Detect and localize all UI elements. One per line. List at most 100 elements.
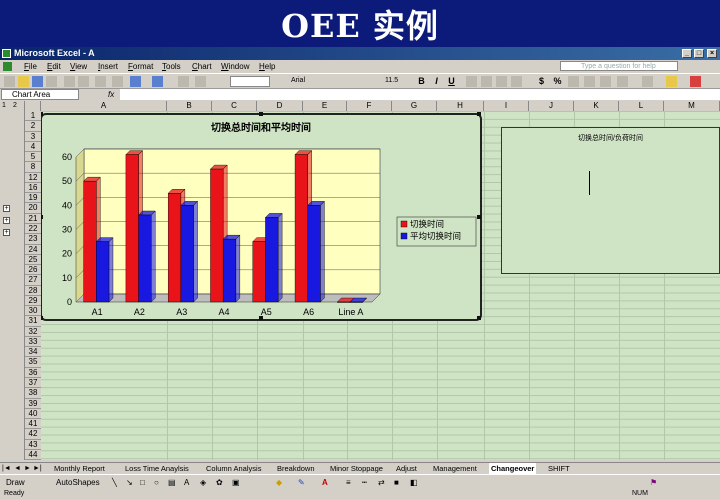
resize-handle[interactable] bbox=[477, 215, 481, 219]
percent-button[interactable]: % bbox=[552, 76, 563, 87]
column-header[interactable]: A bbox=[41, 101, 167, 111]
menu-tools[interactable]: Tools bbox=[162, 60, 181, 73]
tab-column-analysis[interactable]: Column Analysis bbox=[206, 463, 261, 474]
row-header[interactable]: 20 bbox=[25, 203, 41, 214]
new-icon[interactable] bbox=[4, 76, 15, 87]
line-color-icon[interactable]: ✎ bbox=[298, 475, 305, 490]
drawing-icon[interactable] bbox=[195, 76, 206, 87]
row-header[interactable]: 24 bbox=[25, 244, 41, 255]
row-header[interactable]: 32 bbox=[25, 326, 41, 337]
resize-handle[interactable] bbox=[477, 316, 481, 320]
wordart-icon[interactable]: A bbox=[184, 475, 189, 490]
align-left-icon[interactable] bbox=[466, 76, 477, 87]
row-header[interactable]: 29 bbox=[25, 295, 41, 307]
fx-icon[interactable]: fx bbox=[108, 89, 114, 101]
bold-button[interactable]: B bbox=[416, 76, 427, 87]
outline-expand-button[interactable]: + bbox=[3, 217, 10, 224]
column-header[interactable]: C bbox=[212, 101, 257, 111]
3d-style-icon[interactable]: ◧ bbox=[410, 475, 418, 490]
row-header[interactable]: 5 bbox=[25, 152, 41, 163]
draw-menu[interactable]: Draw bbox=[6, 475, 25, 490]
tab-breakdown[interactable]: Breakdown bbox=[277, 463, 315, 474]
menu-format[interactable]: Format bbox=[128, 60, 153, 73]
line-icon[interactable]: ╲ bbox=[112, 475, 117, 490]
tab-minor-stoppage[interactable]: Minor Stoppage bbox=[330, 463, 383, 474]
merge-center-icon[interactable] bbox=[511, 76, 522, 87]
column-header[interactable]: I bbox=[484, 101, 529, 111]
tab-scroll-first-icon[interactable]: |◄ bbox=[2, 463, 11, 474]
row-header[interactable]: 33 bbox=[25, 336, 41, 348]
row-header[interactable]: 1 bbox=[25, 111, 41, 122]
oval-icon[interactable]: ○ bbox=[154, 475, 159, 490]
autoshapes-menu[interactable]: AutoShapes bbox=[56, 475, 100, 490]
resize-handle[interactable] bbox=[477, 112, 481, 116]
row-header[interactable]: 21 bbox=[25, 213, 41, 224]
row-header[interactable]: 42 bbox=[25, 429, 41, 440]
zoom-combo[interactable] bbox=[230, 76, 270, 87]
menu-edit[interactable]: Edit bbox=[47, 60, 61, 73]
row-header[interactable]: 23 bbox=[25, 234, 41, 245]
chart-area[interactable]: 切换总时间和平均时间 0 10 20 30 40 50 60 A1 A2 A3 A4 A5 A6 Line … bbox=[39, 112, 482, 321]
print-preview-icon[interactable] bbox=[78, 76, 89, 87]
row-header[interactable]: 2 bbox=[25, 121, 41, 132]
tab-shift[interactable]: SHIFT bbox=[548, 463, 570, 474]
align-right-icon[interactable] bbox=[496, 76, 507, 87]
shadow-icon[interactable]: ■ bbox=[394, 475, 399, 490]
arrow-style-icon[interactable]: ⇄ bbox=[378, 475, 385, 490]
print-icon[interactable] bbox=[64, 76, 75, 87]
row-header[interactable]: 39 bbox=[25, 398, 41, 409]
decrease-decimal-icon[interactable] bbox=[600, 76, 611, 87]
align-center-icon[interactable] bbox=[481, 76, 492, 87]
textbox-icon[interactable]: ▤ bbox=[168, 475, 176, 490]
name-box[interactable]: Chart Area bbox=[1, 89, 79, 100]
borders-icon[interactable] bbox=[642, 76, 653, 87]
row-header[interactable]: 26 bbox=[25, 265, 41, 276]
outline-expand-button[interactable]: + bbox=[3, 229, 10, 236]
ask-question-input[interactable]: Type a question for help bbox=[560, 61, 678, 71]
row-header[interactable]: 35 bbox=[25, 357, 41, 368]
formula-input[interactable] bbox=[120, 89, 720, 100]
resize-handle[interactable] bbox=[259, 112, 263, 116]
picture-icon[interactable]: ▣ bbox=[232, 475, 240, 490]
row-header[interactable]: 41 bbox=[25, 419, 41, 430]
row-header[interactable]: 12 bbox=[25, 172, 41, 183]
row-header[interactable]: 8 bbox=[25, 162, 41, 173]
open-icon[interactable] bbox=[18, 76, 29, 87]
menu-view[interactable]: View bbox=[70, 60, 87, 73]
row-header[interactable]: 25 bbox=[25, 254, 41, 266]
tab-monthly-report[interactable]: Monthly Report bbox=[54, 463, 105, 474]
menu-insert[interactable]: Insert bbox=[98, 60, 118, 73]
font-combo[interactable]: Arial bbox=[289, 76, 379, 87]
spelling-icon[interactable] bbox=[95, 76, 106, 87]
row-header[interactable]: 19 bbox=[25, 193, 41, 204]
row-header[interactable]: 43 bbox=[25, 439, 41, 450]
maximize-button[interactable]: □ bbox=[694, 49, 704, 58]
row-header[interactable]: 3 bbox=[25, 131, 41, 142]
row-header[interactable]: 4 bbox=[25, 141, 41, 153]
menu-file[interactable]: File bbox=[24, 60, 37, 73]
underline-button[interactable]: U bbox=[446, 76, 457, 87]
row-header[interactable]: 37 bbox=[25, 378, 41, 389]
diagram-icon[interactable]: ◈ bbox=[200, 475, 206, 490]
row-header[interactable]: 31 bbox=[25, 316, 41, 327]
column-header[interactable]: D bbox=[257, 101, 303, 111]
rectangle-icon[interactable]: □ bbox=[140, 475, 145, 490]
font-color-icon[interactable] bbox=[690, 76, 701, 87]
row-header[interactable]: 36 bbox=[25, 367, 41, 379]
second-chart[interactable]: 切换总时间/负荷时间 bbox=[501, 127, 720, 274]
row-header[interactable]: 38 bbox=[25, 388, 41, 399]
column-header[interactable]: G bbox=[392, 101, 437, 111]
currency-button[interactable]: $ bbox=[536, 76, 547, 87]
minimize-button[interactable]: _ bbox=[682, 49, 692, 58]
increase-decimal-icon[interactable] bbox=[584, 76, 595, 87]
resize-handle[interactable] bbox=[259, 316, 263, 320]
column-header[interactable]: K bbox=[574, 101, 619, 111]
tab-scroll-next-icon[interactable]: ► bbox=[24, 463, 31, 474]
column-header[interactable]: B bbox=[167, 101, 212, 111]
menu-chart[interactable]: Chart bbox=[192, 60, 212, 73]
row-header[interactable]: 30 bbox=[25, 306, 41, 317]
ime-toolbar-icon[interactable]: ⚑ bbox=[650, 475, 657, 490]
tab-adjust[interactable]: Adjust bbox=[396, 463, 417, 474]
close-button[interactable]: × bbox=[707, 49, 717, 58]
chart-wizard-icon[interactable] bbox=[178, 76, 189, 87]
